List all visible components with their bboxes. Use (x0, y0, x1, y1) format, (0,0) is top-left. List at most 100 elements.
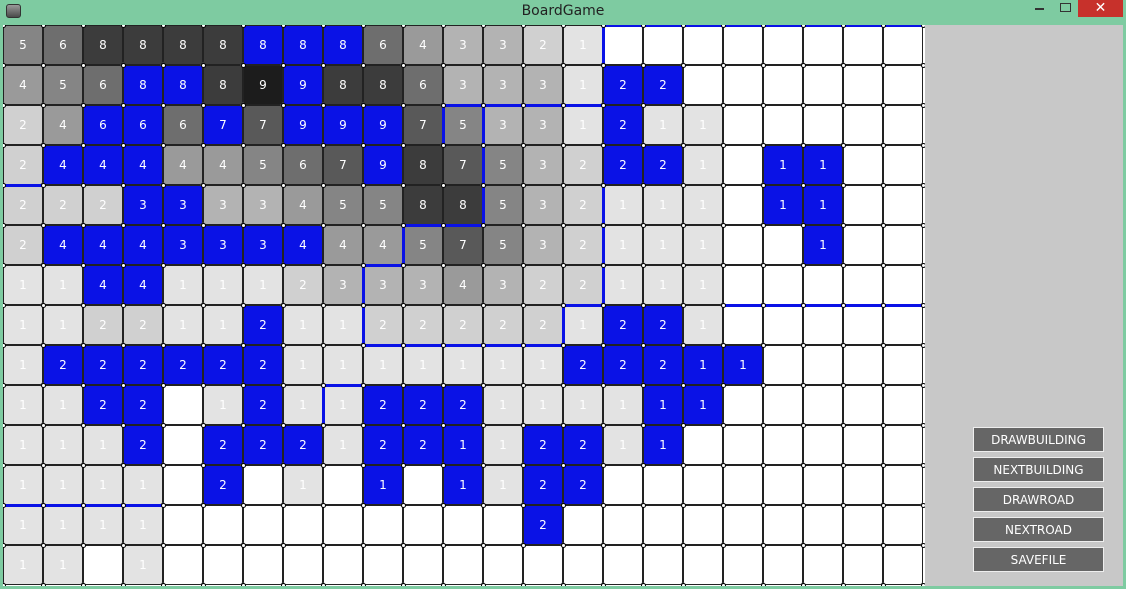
empty-cell[interactable] (643, 465, 683, 505)
terrain-cell[interactable]: 1 (283, 345, 323, 385)
empty-cell[interactable] (163, 465, 203, 505)
empty-cell[interactable] (603, 465, 643, 505)
empty-cell[interactable] (843, 305, 883, 345)
building-cell[interactable]: 9 (363, 145, 403, 185)
building-cell[interactable]: 8 (283, 25, 323, 65)
terrain-cell[interactable]: 7 (323, 145, 363, 185)
empty-cell[interactable] (803, 265, 843, 305)
building-cell[interactable]: 2 (43, 345, 83, 385)
empty-cell[interactable] (883, 145, 923, 185)
building-cell[interactable]: 2 (603, 65, 643, 105)
empty-cell[interactable] (203, 545, 243, 585)
building-cell[interactable]: 2 (603, 305, 643, 345)
empty-cell[interactable] (683, 465, 723, 505)
empty-cell[interactable] (763, 105, 803, 145)
terrain-cell[interactable]: 1 (563, 65, 603, 105)
building-cell[interactable]: 9 (283, 65, 323, 105)
terrain-cell[interactable]: 8 (403, 145, 443, 185)
empty-cell[interactable] (883, 185, 923, 225)
terrain-cell[interactable]: 2 (563, 265, 603, 305)
terrain-cell[interactable]: 3 (523, 105, 563, 145)
empty-cell[interactable] (403, 465, 443, 505)
terrain-cell[interactable]: 1 (203, 265, 243, 305)
building-cell[interactable]: 2 (403, 425, 443, 465)
empty-cell[interactable] (883, 25, 923, 65)
terrain-cell[interactable]: 3 (523, 65, 563, 105)
empty-cell[interactable] (403, 505, 443, 545)
empty-cell[interactable] (203, 505, 243, 545)
terrain-cell[interactable]: 5 (243, 145, 283, 185)
empty-cell[interactable] (723, 225, 763, 265)
building-cell[interactable]: 2 (563, 465, 603, 505)
minimize-button[interactable] (1026, 0, 1052, 17)
empty-cell[interactable] (683, 545, 723, 585)
building-cell[interactable]: 4 (83, 265, 123, 305)
building-cell[interactable]: 2 (643, 305, 683, 345)
building-cell[interactable]: 2 (203, 425, 243, 465)
terrain-cell[interactable]: 4 (203, 145, 243, 185)
terrain-cell[interactable]: 4 (163, 145, 203, 185)
empty-cell[interactable] (683, 25, 723, 65)
terrain-cell[interactable]: 5 (483, 185, 523, 225)
building-cell[interactable]: 4 (123, 145, 163, 185)
empty-cell[interactable] (763, 465, 803, 505)
terrain-cell[interactable]: 3 (403, 265, 443, 305)
terrain-cell[interactable]: 2 (563, 185, 603, 225)
building-cell[interactable]: 2 (563, 425, 603, 465)
empty-cell[interactable] (443, 545, 483, 585)
empty-cell[interactable] (843, 185, 883, 225)
terrain-cell[interactable]: 4 (443, 265, 483, 305)
empty-cell[interactable] (803, 105, 843, 145)
building-cell[interactable]: 2 (643, 345, 683, 385)
terrain-cell[interactable]: 1 (683, 225, 723, 265)
terrain-cell[interactable]: 1 (3, 505, 43, 545)
building-cell[interactable]: 2 (523, 505, 563, 545)
empty-cell[interactable] (843, 345, 883, 385)
empty-cell[interactable] (883, 105, 923, 145)
empty-cell[interactable] (843, 505, 883, 545)
building-cell[interactable]: 8 (323, 25, 363, 65)
building-cell[interactable]: 1 (803, 145, 843, 185)
empty-cell[interactable] (243, 545, 283, 585)
empty-cell[interactable] (883, 65, 923, 105)
empty-cell[interactable] (163, 545, 203, 585)
building-cell[interactable]: 2 (243, 305, 283, 345)
building-cell[interactable]: 2 (603, 105, 643, 145)
terrain-cell[interactable]: 1 (203, 305, 243, 345)
terrain-cell[interactable]: 3 (323, 265, 363, 305)
building-cell[interactable]: 2 (243, 385, 283, 425)
empty-cell[interactable] (723, 25, 763, 65)
building-cell[interactable]: 2 (363, 425, 403, 465)
terrain-cell[interactable]: 6 (163, 105, 203, 145)
terrain-cell[interactable]: 1 (163, 305, 203, 345)
empty-cell[interactable] (563, 545, 603, 585)
building-cell[interactable]: 1 (763, 145, 803, 185)
empty-cell[interactable] (843, 545, 883, 585)
building-cell[interactable]: 2 (643, 65, 683, 105)
empty-cell[interactable] (803, 465, 843, 505)
terrain-cell[interactable]: 1 (243, 265, 283, 305)
empty-cell[interactable] (803, 305, 843, 345)
terrain-cell[interactable]: 8 (403, 185, 443, 225)
empty-cell[interactable] (603, 545, 643, 585)
empty-cell[interactable] (603, 505, 643, 545)
building-cell[interactable]: 4 (43, 225, 83, 265)
building-cell[interactable]: 2 (203, 345, 243, 385)
terrain-cell[interactable]: 1 (563, 385, 603, 425)
building-cell[interactable]: 1 (763, 185, 803, 225)
terrain-cell[interactable]: 1 (83, 465, 123, 505)
terrain-cell[interactable]: 3 (483, 65, 523, 105)
terrain-cell[interactable]: 1 (83, 425, 123, 465)
terrain-cell[interactable]: 6 (83, 65, 123, 105)
building-cell[interactable]: 1 (723, 345, 763, 385)
empty-cell[interactable] (803, 25, 843, 65)
empty-cell[interactable] (723, 545, 763, 585)
terrain-cell[interactable]: 8 (203, 25, 243, 65)
terrain-cell[interactable]: 1 (603, 225, 643, 265)
terrain-cell[interactable]: 2 (83, 305, 123, 345)
empty-cell[interactable] (843, 105, 883, 145)
game-board[interactable]: 5688888886433214568889988633312224666779… (3, 25, 925, 586)
terrain-cell[interactable]: 2 (483, 305, 523, 345)
building-cell[interactable]: 2 (643, 145, 683, 185)
building-cell[interactable]: 1 (803, 225, 843, 265)
